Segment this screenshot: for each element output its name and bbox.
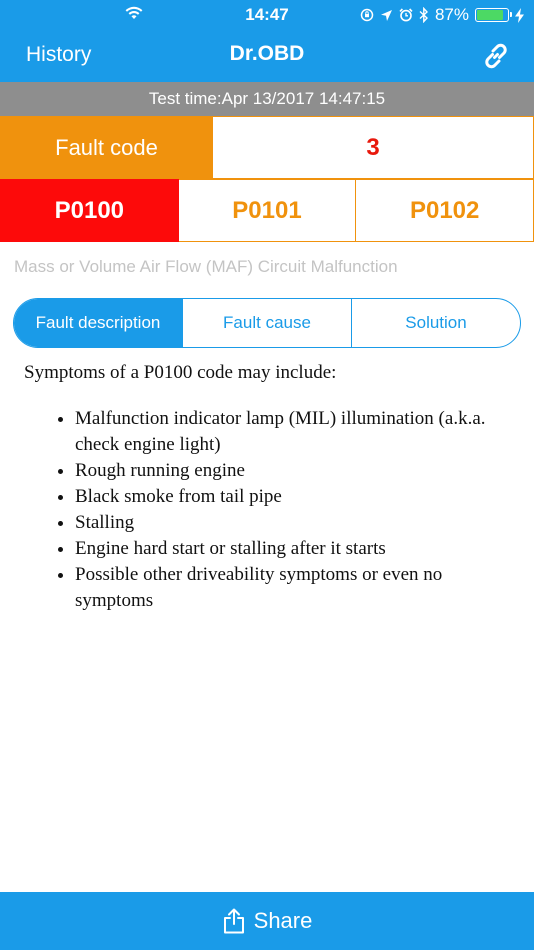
fault-description-content: Symptoms of a P0100 code may include: Ma… (24, 360, 514, 614)
detail-segmented-control: Fault description Fault cause Solution (13, 298, 521, 348)
status-bar: 14:47 87% (0, 0, 534, 30)
battery-icon (475, 8, 512, 22)
alarm-icon (399, 8, 413, 22)
list-item: Black smoke from tail pipe (75, 484, 514, 510)
bluetooth-icon (419, 7, 428, 23)
battery-percent: 87% (434, 5, 469, 24)
battery-fill (477, 10, 503, 20)
symptoms-intro: Symptoms of a P0100 code may include: (24, 362, 337, 383)
share-button[interactable]: Share (0, 892, 534, 950)
fault-code-p0100[interactable]: P0100 (0, 179, 179, 242)
share-icon (223, 908, 244, 934)
test-time-bar: Test time:Apr 13/2017 14:47:15 (0, 82, 534, 116)
tab-fault-cause[interactable]: Fault cause (182, 299, 351, 347)
link-icon[interactable] (480, 40, 512, 72)
list-item: Possible other driveability symptoms or … (75, 562, 514, 614)
share-label: Share (253, 908, 313, 933)
fault-code-tabs: P0100 P0101 P0102 (0, 179, 534, 242)
symptoms-list: Malfunction indicator lamp (MIL) illumin… (24, 406, 514, 614)
list-item: Stalling (75, 510, 514, 536)
fault-code-summary: Fault code 3 (0, 116, 534, 179)
list-item: Engine hard start or stalling after it s… (75, 536, 514, 562)
fault-code-description-title: Mass or Volume Air Flow (MAF) Circuit Ma… (14, 257, 398, 276)
fault-code-p0102[interactable]: P0102 (356, 179, 534, 242)
list-item: Rough running engine (75, 458, 514, 484)
fault-code-count: 3 (213, 116, 534, 179)
list-item: Malfunction indicator lamp (MIL) illumin… (75, 406, 514, 458)
charging-icon (515, 7, 524, 23)
lock-rotation-icon (360, 8, 374, 22)
fault-code-p0101[interactable]: P0101 (178, 179, 357, 242)
fault-code-label: Fault code (0, 116, 213, 179)
history-button[interactable]: History (26, 43, 91, 67)
tab-solution[interactable]: Solution (351, 299, 520, 347)
tab-fault-description[interactable]: Fault description (14, 299, 182, 347)
location-icon (380, 9, 392, 21)
nav-bar: History Dr.OBD (0, 30, 534, 82)
